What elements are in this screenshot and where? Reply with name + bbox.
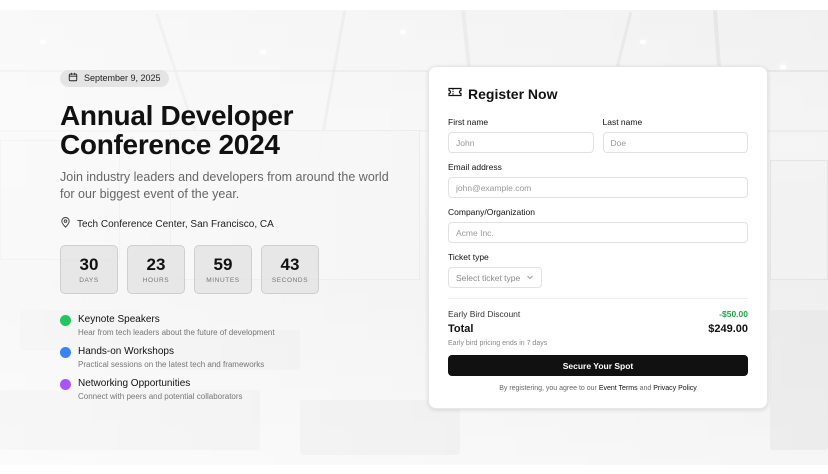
calendar-icon — [68, 72, 78, 84]
countdown-minutes: 59 MINUTES — [194, 245, 252, 294]
total-label: Total — [448, 323, 474, 335]
ticket-type-value: Select ticket type — [456, 272, 521, 283]
title-line-1: Annual Developer — [60, 100, 294, 131]
ticket-icon — [448, 85, 462, 103]
event-location: Tech Conference Center, San Francisco, C… — [60, 216, 400, 231]
feature-description: Connect with peers and potential collabo… — [78, 392, 243, 401]
company-label: Company/Organization — [448, 207, 535, 217]
discount-label: Early Bird Discount — [448, 309, 521, 319]
countdown-label: MINUTES — [206, 277, 240, 284]
terms-and: and — [639, 385, 652, 392]
map-pin-icon — [60, 216, 71, 231]
green-dot-icon — [60, 315, 71, 326]
ticket-type-label: Ticket type — [448, 252, 489, 262]
page-title: Annual Developer Conference 2024 — [60, 101, 400, 159]
discount-value: -$50.00 — [719, 309, 748, 319]
first-name-label: First name — [448, 117, 489, 127]
event-subtitle: Join industry leaders and developers fro… — [60, 170, 389, 201]
countdown-hours: 23 HOURS — [127, 245, 185, 294]
form-title: Register Now — [468, 86, 558, 102]
feature-workshops: Hands-on Workshops Practical sessions on… — [60, 346, 400, 370]
email-input[interactable] — [448, 177, 748, 198]
date-badge: September 9, 2025 — [60, 69, 169, 87]
registration-card: Register Now First name Last name Email … — [428, 66, 768, 409]
pricing-note: Early bird pricing ends in 7 days — [448, 340, 548, 347]
countdown-timer: 30 DAYS 23 HOURS 59 MINUTES 43 SECONDS — [60, 245, 400, 294]
countdown-value: 23 — [146, 255, 166, 274]
countdown-seconds: 43 SECONDS — [261, 245, 319, 294]
title-line-2: Conference 2024 — [60, 129, 280, 160]
countdown-value: 30 — [79, 255, 99, 274]
terms-prefix: By registering, you agree to our — [499, 385, 597, 392]
name-row: First name Last name — [448, 117, 748, 153]
feature-title: Networking Opportunities — [78, 378, 191, 389]
chevron-down-icon — [526, 273, 534, 283]
discount-row: Early Bird Discount -$50.00 — [448, 309, 748, 319]
feature-description: Hear from tech leaders about the future … — [78, 328, 275, 337]
first-name-group: First name — [448, 117, 594, 153]
feature-list: Keynote Speakers Hear from tech leaders … — [60, 314, 400, 402]
total-row: Total $249.00 — [448, 323, 748, 335]
company-input[interactable] — [448, 222, 748, 243]
feature-title: Hands-on Workshops — [78, 346, 174, 357]
countdown-label: SECONDS — [271, 277, 309, 284]
feature-title: Keynote Speakers — [78, 314, 160, 325]
feature-keynote: Keynote Speakers Hear from tech leaders … — [60, 314, 400, 338]
countdown-label: DAYS — [79, 277, 99, 284]
email-label: Email address — [448, 162, 502, 172]
blue-dot-icon — [60, 347, 71, 358]
total-value: $249.00 — [708, 323, 748, 335]
feature-description: Practical sessions on the latest tech an… — [78, 360, 265, 369]
event-info: September 9, 2025 Annual Developer Confe… — [60, 69, 400, 410]
last-name-label: Last name — [602, 117, 643, 127]
ticket-type-select[interactable]: Select ticket type — [448, 267, 543, 288]
company-group: Company/Organization — [448, 207, 748, 243]
countdown-days: 30 DAYS — [60, 245, 118, 294]
last-name-input[interactable] — [602, 132, 748, 153]
card-header: Register Now — [448, 85, 748, 103]
countdown-label: HOURS — [142, 277, 170, 284]
countdown-value: 43 — [280, 255, 300, 274]
last-name-group: Last name — [602, 117, 748, 153]
terms-text: By registering, you agree to our Event T… — [448, 385, 748, 392]
event-terms-link[interactable]: Event Terms — [599, 385, 638, 392]
secure-spot-button[interactable]: Secure Your Spot — [448, 355, 748, 376]
email-group: Email address — [448, 162, 748, 198]
first-name-input[interactable] — [448, 132, 594, 153]
purple-dot-icon — [60, 379, 71, 390]
event-date: September 9, 2025 — [84, 73, 161, 83]
countdown-value: 59 — [213, 255, 233, 274]
location-text: Tech Conference Center, San Francisco, C… — [77, 218, 274, 230]
feature-networking: Networking Opportunities Connect with pe… — [60, 378, 400, 402]
divider — [448, 298, 748, 299]
ticket-group: Ticket type Select ticket type — [448, 252, 748, 288]
privacy-policy-link[interactable]: Privacy Policy — [653, 385, 697, 392]
